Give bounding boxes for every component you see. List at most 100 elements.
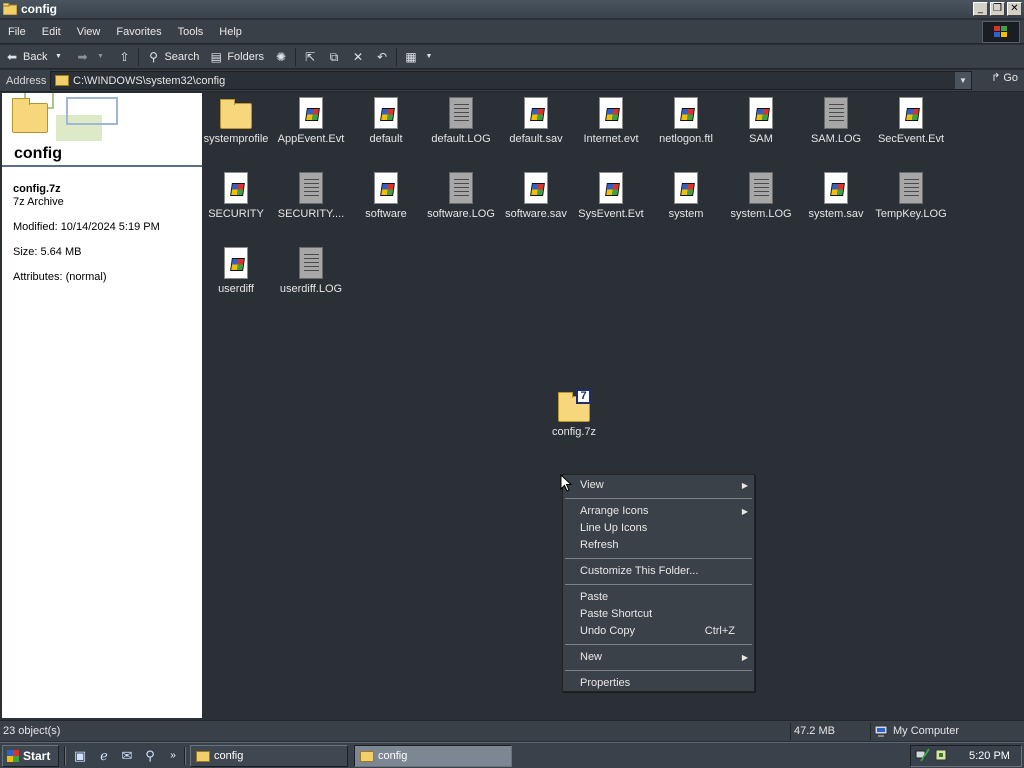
file-item[interactable]: default <box>348 97 424 145</box>
file-item[interactable]: SAM.LOG <box>798 97 874 145</box>
quicklaunch-overflow-icon[interactable]: » <box>165 748 181 764</box>
file-item[interactable]: netlogon.ftl <box>648 97 724 145</box>
selected-file-type: 7z Archive <box>13 196 64 208</box>
volume-icon[interactable] <box>935 748 947 765</box>
windows-file-icon <box>674 172 698 204</box>
file-item[interactable]: system.LOG <box>723 172 799 220</box>
file-item[interactable]: SAM <box>723 97 799 145</box>
menu-item-label: View <box>580 479 604 491</box>
delete-button[interactable]: ✕ <box>346 46 370 68</box>
history-button[interactable]: ✺ <box>269 46 293 68</box>
menu-item-line-up-icons[interactable]: Line Up Icons <box>563 520 754 537</box>
taskbar-button-config-active[interactable]: config <box>354 745 512 767</box>
folder-icon <box>55 75 69 86</box>
menu-view[interactable]: View <box>69 26 109 38</box>
folder-icon <box>196 750 210 762</box>
file-item[interactable]: SECURITY <box>198 172 274 220</box>
back-label: Back <box>23 50 48 63</box>
address-field[interactable]: C:\WINDOWS\system32\config ▼ <box>50 71 972 90</box>
back-button[interactable]: ⬅ Back ▼ <box>0 46 70 68</box>
file-item[interactable]: TempKey.LOG <box>873 172 949 220</box>
file-item[interactable]: systemprofile <box>198 97 274 145</box>
file-item[interactable]: default.sav <box>498 97 574 145</box>
menu-file[interactable]: File <box>0 26 34 38</box>
file-name: SysEvent.Evt <box>578 208 644 220</box>
menu-edit[interactable]: Edit <box>34 26 69 38</box>
address-path[interactable]: C:\WINDOWS\system32\config <box>73 75 225 87</box>
folder-icon <box>12 98 48 133</box>
file-item[interactable]: userdiff <box>198 247 274 295</box>
undo-button[interactable]: ↶ <box>370 46 394 68</box>
menu-item-shortcut: Ctrl+Z <box>704 625 735 637</box>
folders-button[interactable]: ▤ Folders <box>204 46 269 68</box>
minimize-button[interactable]: _ <box>973 2 988 16</box>
forward-button[interactable]: ➡ ▼ <box>70 46 112 68</box>
file-item[interactable]: SysEvent.Evt <box>573 172 649 220</box>
address-dropdown-button[interactable]: ▼ <box>955 72 971 89</box>
folders-icon: ▤ <box>210 49 222 64</box>
menu-item-paste-shortcut[interactable]: Paste Shortcut <box>563 606 754 623</box>
menu-favorites[interactable]: Favorites <box>108 26 169 38</box>
taskbar-button-config[interactable]: config <box>190 745 348 767</box>
menu-item-customize-folder[interactable]: Customize This Folder... <box>563 563 754 580</box>
file-item[interactable]: system.sav <box>798 172 874 220</box>
network-icon[interactable] <box>915 747 931 765</box>
file-name: default <box>369 133 403 145</box>
views-icon: ▦ <box>405 49 417 64</box>
text-file-icon <box>299 247 323 279</box>
windows-file-icon <box>599 97 623 129</box>
search-icon[interactable]: ⚲ <box>142 748 158 764</box>
menu-item-view[interactable]: View ▶ <box>563 477 754 494</box>
file-item[interactable]: software.LOG <box>423 172 499 220</box>
go-button[interactable]: ↱ Go <box>991 71 1018 85</box>
folder-icon <box>220 99 252 129</box>
file-item[interactable]: Internet.evt <box>573 97 649 145</box>
menu-item-label: Properties <box>580 677 631 689</box>
move-to-button[interactable]: ⇱ <box>298 46 322 68</box>
file-item[interactable]: system <box>648 172 724 220</box>
file-item[interactable]: AppEvent.Evt <box>273 97 349 145</box>
file-item[interactable]: SECURITY.... <box>273 172 349 220</box>
file-name: system <box>668 208 704 220</box>
views-button[interactable]: ▦ ▼ <box>399 46 441 68</box>
show-desktop-icon[interactable]: ▣ <box>72 748 88 764</box>
menu-item-properties[interactable]: Properties <box>563 675 754 692</box>
menu-item-undo-copy[interactable]: Undo Copy Ctrl+Z <box>563 623 754 640</box>
internet-explorer-icon[interactable]: ℯ <box>96 748 112 764</box>
menu-item-new[interactable]: New ▶ <box>563 649 754 666</box>
menu-item-arrange-icons[interactable]: Arrange Icons ▶ <box>563 503 754 520</box>
chevron-down-icon[interactable]: ▼ <box>51 50 65 64</box>
file-item[interactable]: SecEvent.Evt <box>873 97 949 145</box>
menu-item-paste[interactable]: Paste <box>563 589 754 606</box>
menu-item-label: Refresh <box>580 539 619 551</box>
address-bar: Address C:\WINDOWS\system32\config ▼ ↱ G… <box>0 70 1024 92</box>
clock[interactable]: 5:20 PM <box>969 750 1010 762</box>
close-button[interactable]: ✕ <box>1007 2 1022 16</box>
search-label: Search <box>164 50 200 63</box>
copy-to-button[interactable]: ⧉ <box>322 46 346 68</box>
start-button[interactable]: Start <box>2 745 59 767</box>
menu-item-label: Undo Copy <box>580 625 636 637</box>
status-size: 47.2 MB <box>790 723 868 740</box>
file-name: default.sav <box>509 133 563 145</box>
title-bar[interactable]: config _ ❐ ✕ <box>0 0 1024 18</box>
menu-item-label: Paste <box>580 591 609 603</box>
restore-button[interactable]: ❐ <box>990 2 1005 16</box>
menu-help[interactable]: Help <box>211 26 250 38</box>
outlook-express-icon[interactable]: ✉ <box>119 748 135 764</box>
file-item[interactable]: userdiff.LOG <box>273 247 349 295</box>
file-item[interactable]: software.sav <box>498 172 574 220</box>
menu-separator <box>565 644 752 645</box>
text-file-icon <box>899 172 923 204</box>
menu-item-label: Arrange Icons <box>580 505 649 517</box>
file-item[interactable]: software <box>348 172 424 220</box>
archive-file-item[interactable]: 7 config.7z <box>536 389 612 438</box>
up-button[interactable]: ⇧ <box>112 46 136 68</box>
search-button[interactable]: ⚲ Search <box>141 46 204 68</box>
menu-tools[interactable]: Tools <box>170 26 212 38</box>
file-item[interactable]: default.LOG <box>423 97 499 145</box>
folders-label: Folders <box>227 50 265 63</box>
banner-decoration <box>66 97 118 125</box>
file-name: userdiff <box>218 283 254 295</box>
menu-item-refresh[interactable]: Refresh <box>563 537 754 554</box>
